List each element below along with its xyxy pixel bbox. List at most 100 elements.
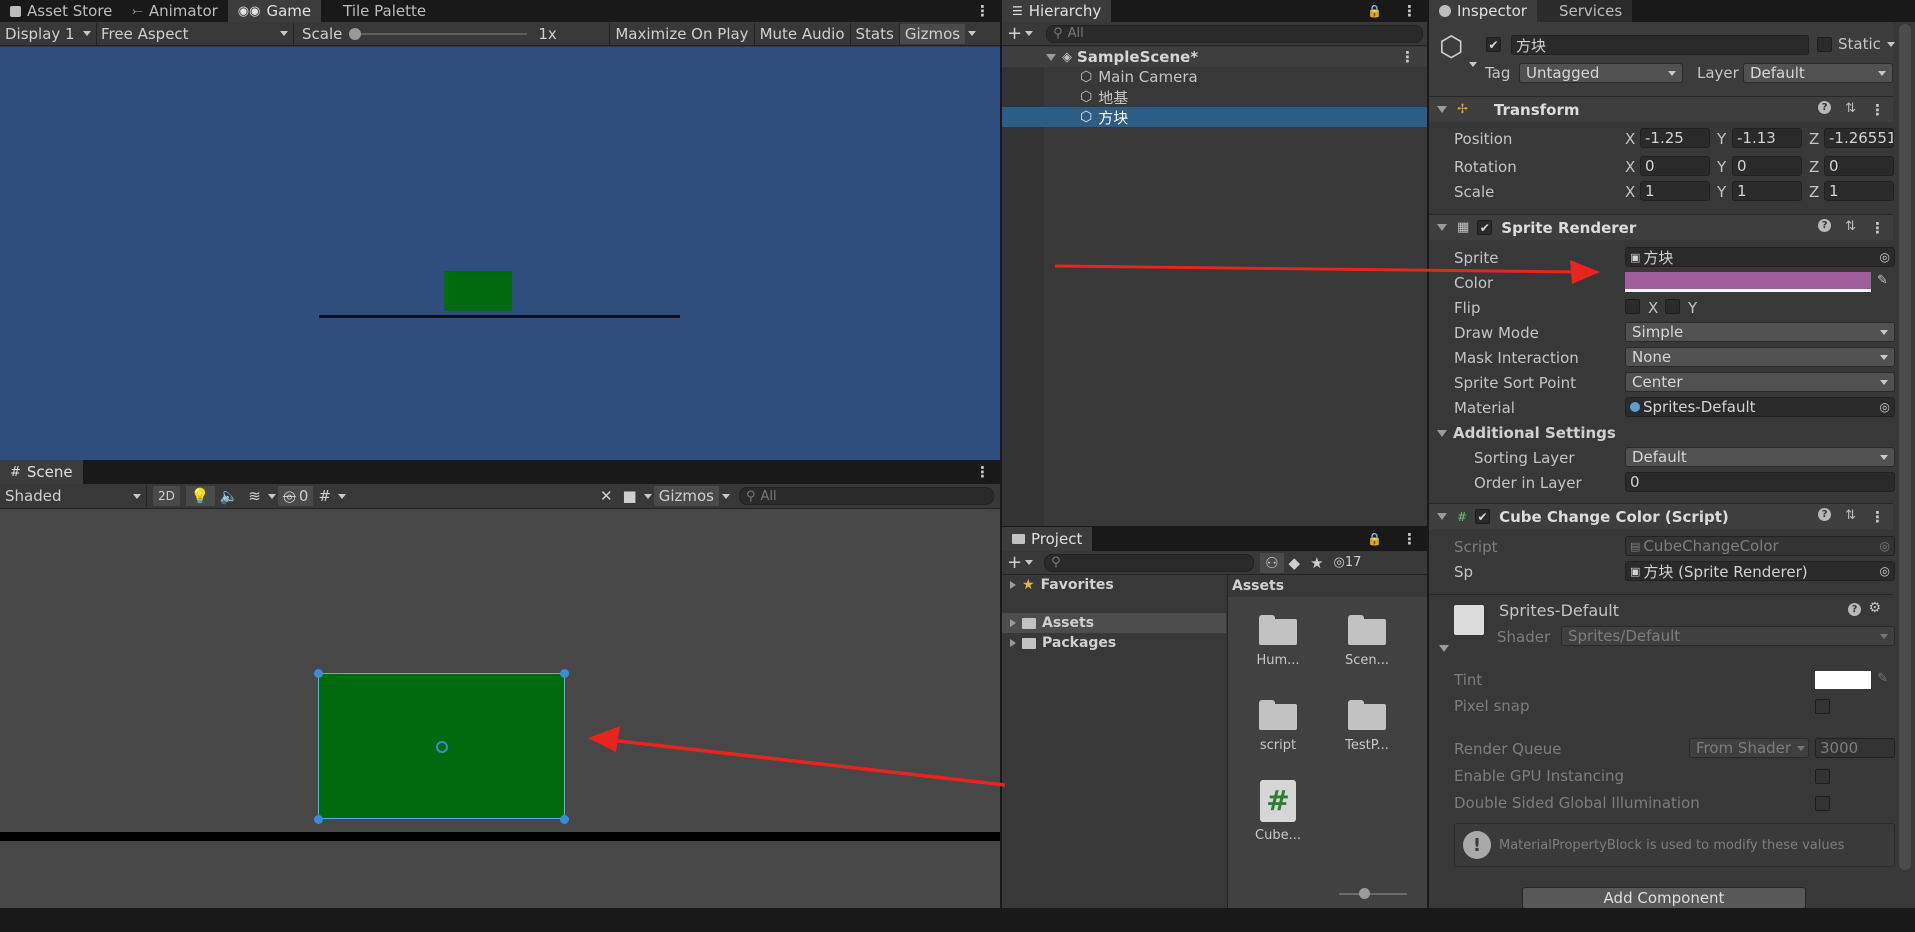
help-icon[interactable]: ? — [1848, 603, 1861, 616]
scene-search-input[interactable]: ⚲ All — [739, 487, 994, 505]
mask-interaction-dropdown[interactable]: None — [1625, 347, 1895, 367]
tab-project[interactable]: Project — [1002, 527, 1093, 551]
scene-row-kebab-icon[interactable]: ⋮ — [1400, 48, 1415, 66]
display-dropdown[interactable]: Display 1 — [0, 24, 96, 44]
presets-icon[interactable]: ⇅ — [1845, 219, 1856, 237]
sorting-layer-dropdown[interactable]: Default — [1625, 447, 1895, 467]
hierarchy-menu-kebab-icon[interactable]: ⋮ — [1392, 0, 1427, 22]
static-dropdown[interactable]: Static — [1838, 35, 1895, 53]
foldout-triangle-icon[interactable] — [1437, 224, 1447, 231]
expand-triangle-icon[interactable] — [1010, 581, 1016, 589]
add-component-button[interactable]: Add Component — [1522, 887, 1806, 908]
maximize-on-play-button[interactable]: Maximize On Play — [610, 24, 753, 44]
game-viewport[interactable] — [0, 47, 1000, 460]
game-menu-kebab-icon[interactable]: ⋮ — [965, 0, 1000, 22]
tree-item-packages[interactable]: Packages — [1010, 635, 1116, 651]
pivot-icon[interactable] — [436, 741, 448, 753]
position-x-field[interactable]: -1.25 — [1640, 128, 1710, 148]
layer-dropdown[interactable]: Default — [1743, 63, 1893, 83]
tree-item-favorites[interactable]: ★ Favorites — [1010, 577, 1114, 593]
order-in-layer-field[interactable]: 0 — [1625, 472, 1895, 492]
create-button[interactable]: + — [1002, 23, 1038, 44]
eyedropper-icon[interactable]: ✎ — [1877, 273, 1888, 288]
flip-y-checkbox[interactable] — [1665, 299, 1680, 314]
tab-inspector[interactable]: Inspector — [1429, 0, 1537, 22]
foldout-triangle-icon[interactable] — [1437, 513, 1447, 520]
scale-slider[interactable] — [347, 24, 533, 44]
effects-dropdown[interactable] — [266, 486, 278, 506]
sprite-object-field[interactable]: ▣ 方块 ◎ — [1625, 247, 1895, 267]
lock-icon[interactable]: 🔒 — [1357, 527, 1392, 551]
2d-toggle[interactable]: 2D — [153, 486, 180, 506]
grid-dropdown[interactable] — [336, 486, 348, 506]
transform-header[interactable]: ✢ Transform ? ⇅ ⋮ — [1429, 96, 1893, 122]
hierarchy-item-main-camera[interactable]: ⬡ Main Camera — [1002, 67, 1427, 87]
tab-services[interactable]: Services — [1536, 0, 1633, 22]
stats-button[interactable]: Stats — [851, 24, 899, 44]
component-menu-kebab-icon[interactable]: ⋮ — [1870, 508, 1885, 526]
asset-folder-hum[interactable]: Hum... — [1242, 615, 1314, 668]
hidden-objects-toggle[interactable]: ◎ 0 — [277, 486, 314, 506]
tab-hierarchy[interactable]: ☰ Hierarchy — [1002, 0, 1112, 22]
camera-icon[interactable]: ■ — [618, 486, 642, 506]
component-menu-kebab-icon[interactable]: ⋮ — [1870, 219, 1885, 237]
scene-menu-kebab-icon[interactable]: ⋮ — [965, 460, 1000, 484]
object-picker-icon[interactable]: ◎ — [1880, 400, 1890, 414]
grid-snap-icon[interactable]: # — [313, 486, 336, 506]
sprite-renderer-enabled-checkbox[interactable]: ✔ — [1477, 220, 1493, 235]
lock-icon[interactable]: 🔒 — [1357, 0, 1392, 22]
rect-handle[interactable] — [314, 815, 323, 824]
inspector-scrollbar[interactable] — [1899, 24, 1911, 870]
icon-size-slider[interactable] — [1339, 888, 1407, 900]
script-enabled-checkbox[interactable]: ✔ — [1475, 509, 1491, 524]
project-search-input[interactable]: ⚲ — [1044, 553, 1255, 572]
sp-object-field[interactable]: ▣ 方块 (Sprite Renderer) ◎ — [1625, 561, 1895, 581]
additional-settings-foldout[interactable]: Additional Settings — [1437, 424, 1616, 442]
asset-folder-script[interactable]: script — [1242, 700, 1314, 753]
rotation-y-field[interactable]: 0 — [1732, 156, 1802, 176]
object-picker-icon[interactable]: ◎ — [1880, 564, 1890, 578]
scene-row[interactable]: ◈ SampleScene* ⋮ — [1002, 47, 1427, 67]
create-asset-button[interactable]: + — [1002, 552, 1038, 573]
material-object-field[interactable]: Sprites-Default ◎ — [1625, 397, 1895, 417]
object-picker-icon[interactable]: ◎ — [1880, 250, 1890, 264]
sprite-renderer-header[interactable]: ▦ ✔ Sprite Renderer ? ⇅ ⋮ — [1429, 214, 1893, 240]
expand-triangle-icon[interactable] — [1046, 53, 1056, 61]
sprite-sort-point-dropdown[interactable]: Center — [1625, 372, 1895, 392]
shading-dropdown[interactable]: Shaded — [0, 486, 146, 506]
scene-gizmos-dropdown[interactable] — [719, 486, 733, 506]
gear-icon[interactable]: ⚙ — [1868, 600, 1881, 616]
tab-scene[interactable]: # Scene — [0, 460, 83, 484]
gizmos-toggle[interactable]: Gizmos — [899, 23, 966, 44]
color-swatch[interactable] — [1625, 272, 1871, 292]
tools-icon[interactable]: ✕ — [595, 486, 618, 506]
foldout-triangle-icon[interactable] — [1439, 645, 1449, 652]
scale-x-field[interactable]: 1 — [1640, 181, 1710, 201]
foldout-triangle-icon[interactable] — [1437, 106, 1447, 113]
mute-audio-button[interactable]: Mute Audio — [755, 24, 850, 44]
help-icon[interactable]: ? — [1818, 507, 1832, 521]
tab-asset-store[interactable]: Asset Store — [0, 0, 122, 22]
filter-label-icon[interactable]: ◆ — [1284, 553, 1306, 573]
audio-icon[interactable]: 🔈 — [215, 486, 244, 506]
position-y-field[interactable]: -1.13 — [1732, 128, 1802, 148]
scene-viewport[interactable] — [0, 509, 1000, 908]
help-icon[interactable]: ? — [1818, 100, 1832, 114]
scene-gizmos-button[interactable]: Gizmos — [653, 486, 719, 506]
filter-type-icon[interactable]: ⚇ — [1260, 552, 1284, 573]
draw-mode-dropdown[interactable]: Simple — [1625, 322, 1895, 342]
object-name-field[interactable]: 方块 — [1511, 35, 1809, 55]
favorite-star-icon[interactable]: ★ — [1305, 553, 1328, 573]
scale-z-field[interactable]: 1 — [1824, 181, 1894, 201]
help-icon[interactable]: ? — [1818, 218, 1832, 232]
hierarchy-search-input[interactable]: ⚲ All — [1046, 24, 1423, 43]
project-menu-kebab-icon[interactable]: ⋮ — [1392, 527, 1427, 551]
camera-dropdown[interactable] — [642, 486, 654, 506]
rect-handle[interactable] — [560, 669, 569, 678]
hidden-packages-toggle[interactable]: ◎ 17 — [1329, 553, 1367, 573]
asset-folder-testp[interactable]: TestP... — [1331, 700, 1403, 753]
rect-handle[interactable] — [560, 815, 569, 824]
expand-triangle-icon[interactable] — [1010, 619, 1016, 627]
tree-item-assets[interactable]: Assets — [1002, 613, 1226, 633]
lighting-icon[interactable]: 💡 — [185, 486, 215, 506]
